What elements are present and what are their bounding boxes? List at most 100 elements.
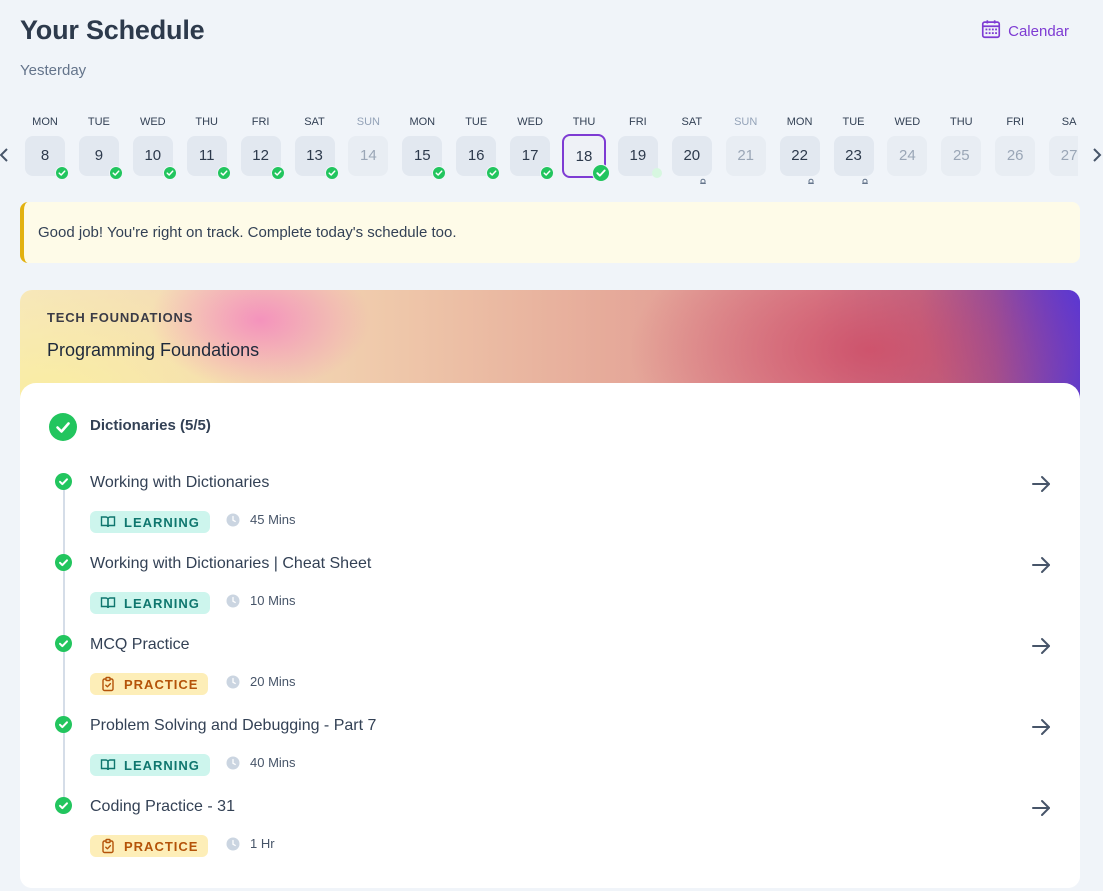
day-8[interactable]: MON 8	[18, 114, 72, 184]
day-number[interactable]: 15	[402, 136, 447, 180]
day-9[interactable]: TUE 9	[72, 114, 126, 184]
day-24[interactable]: WED 24	[880, 114, 934, 184]
module-complete-icon	[49, 413, 77, 441]
clock-icon	[226, 837, 240, 851]
arrow-right-icon[interactable]	[1030, 635, 1052, 657]
day-number[interactable]: 10	[132, 136, 177, 180]
module-title: Dictionaries (5/5)	[90, 417, 211, 434]
arrow-right-icon[interactable]	[1030, 554, 1052, 576]
calendar-button[interactable]: Calendar	[980, 18, 1069, 44]
practice-tag: PRACTICE	[90, 835, 209, 857]
duration-label: 45 Mins	[250, 512, 296, 527]
item-title[interactable]: MCQ Practice	[90, 636, 190, 654]
day-25[interactable]: THU 25	[934, 114, 988, 184]
calendar-icon	[980, 18, 1002, 44]
day-number-label: 22	[791, 147, 808, 164]
check-icon	[540, 166, 555, 180]
page-title: Your Schedule	[20, 15, 205, 45]
day-number-label: 17	[521, 147, 539, 164]
practice-tag: PRACTICE	[90, 673, 209, 695]
day-number[interactable]: 27	[1049, 136, 1078, 176]
arrow-right-icon[interactable]	[1030, 716, 1052, 738]
duration-label: 1 Hr	[250, 836, 275, 851]
item-title[interactable]: Working with Dictionaries | Cheat Sheet	[90, 555, 371, 573]
day-number[interactable]: 19	[617, 136, 662, 178]
tag-label: LEARNING	[124, 757, 200, 773]
day-10[interactable]: WED 10	[126, 114, 180, 184]
duration-label: 20 Mins	[250, 674, 296, 689]
duration-label: 40 Mins	[250, 755, 296, 770]
day-name: MON	[409, 116, 436, 128]
day-number[interactable]: 20	[671, 136, 712, 184]
item-title[interactable]: Working with Dictionaries	[90, 474, 269, 492]
tag-label: LEARNING	[124, 514, 200, 530]
day-19[interactable]: FRI 19	[611, 114, 665, 184]
day-number-label: 15	[413, 147, 431, 164]
day-15[interactable]: MON 15	[395, 114, 449, 184]
book-icon	[100, 595, 116, 611]
day-number-label: 21	[737, 147, 755, 164]
completed-check-icon	[55, 635, 72, 652]
day-name: SAT	[681, 116, 703, 128]
day-number[interactable]: 16	[456, 136, 501, 180]
day-number-label: 25	[952, 147, 970, 164]
day-20[interactable]: SAT 20	[665, 114, 719, 184]
day-12[interactable]: FRI 12	[234, 114, 288, 184]
day-14[interactable]: SUN 14	[341, 114, 395, 184]
day-name: FRI	[629, 116, 647, 128]
clock-icon	[226, 594, 240, 608]
item-title[interactable]: Problem Solving and Debugging - Part 7	[90, 717, 376, 735]
day-16[interactable]: TUE 16	[449, 114, 503, 184]
page-subtitle: Yesterday	[20, 62, 87, 79]
day-17[interactable]: WED 17	[503, 114, 557, 184]
arrow-right-icon[interactable]	[1030, 797, 1052, 819]
duration: 1 Hr	[226, 836, 275, 851]
course-card: TECH FOUNDATIONS Programming Foundations…	[20, 290, 1080, 888]
list-item[interactable]: Problem Solving and Debugging - Part 7 LE…	[20, 716, 1080, 797]
day-number[interactable]: 13	[294, 136, 339, 180]
list-item[interactable]: MCQ Practice PRACTICE 20 Mins	[20, 635, 1080, 716]
clock-icon	[226, 756, 240, 770]
day-number[interactable]: 17	[510, 136, 555, 180]
day-number-label: 14	[360, 147, 377, 164]
day-27[interactable]: SA 27	[1042, 114, 1078, 184]
list-item[interactable]: Working with Dictionaries | Cheat Sheet L…	[20, 554, 1080, 635]
list-item[interactable]: Working with Dictionaries LEARNING 45 Mins	[20, 473, 1080, 554]
day-number[interactable]: 12	[240, 136, 285, 180]
clock-icon	[226, 513, 240, 527]
day-name: SA	[1061, 116, 1077, 128]
day-name: THU	[572, 116, 596, 128]
day-number[interactable]: 22	[779, 136, 820, 184]
chevron-left-icon[interactable]	[0, 146, 10, 164]
chevron-right-icon[interactable]	[1091, 146, 1103, 164]
day-11[interactable]: THU 11	[180, 114, 234, 184]
day-number[interactable]: 21	[725, 136, 766, 176]
day-number[interactable]: 24	[887, 136, 928, 176]
day-number[interactable]: 23	[833, 136, 874, 184]
duration: 20 Mins	[226, 674, 296, 689]
day-18[interactable]: THU 18	[557, 114, 611, 184]
day-number[interactable]: 9	[78, 136, 123, 180]
check-icon	[592, 164, 610, 182]
day-13[interactable]: SAT 13	[288, 114, 342, 184]
banner-text: Good job! You're right on track. Complet…	[38, 224, 457, 241]
day-number-label: 16	[467, 147, 485, 164]
check-icon	[324, 166, 339, 180]
item-title[interactable]: Coding Practice - 31	[90, 798, 235, 816]
duration-label: 10 Mins	[250, 593, 296, 608]
tag-label: PRACTICE	[124, 676, 199, 692]
day-23[interactable]: TUE 23	[827, 114, 881, 184]
arrow-right-icon[interactable]	[1030, 473, 1052, 495]
day-number[interactable]: 8	[25, 136, 69, 180]
day-number[interactable]: 25	[941, 136, 982, 176]
day-22[interactable]: MON 22	[773, 114, 827, 184]
day-26[interactable]: FRI 26	[988, 114, 1042, 184]
day-number[interactable]: 14	[348, 136, 389, 176]
completed-check-icon	[55, 797, 72, 814]
day-number[interactable]: 18	[562, 134, 610, 182]
list-item[interactable]: Coding Practice - 31 PRACTICE 1 Hr	[20, 797, 1080, 878]
day-number[interactable]: 11	[186, 136, 231, 180]
day-number[interactable]: 26	[995, 136, 1036, 176]
completed-check-icon	[55, 716, 72, 733]
day-21[interactable]: SUN 21	[719, 114, 773, 184]
